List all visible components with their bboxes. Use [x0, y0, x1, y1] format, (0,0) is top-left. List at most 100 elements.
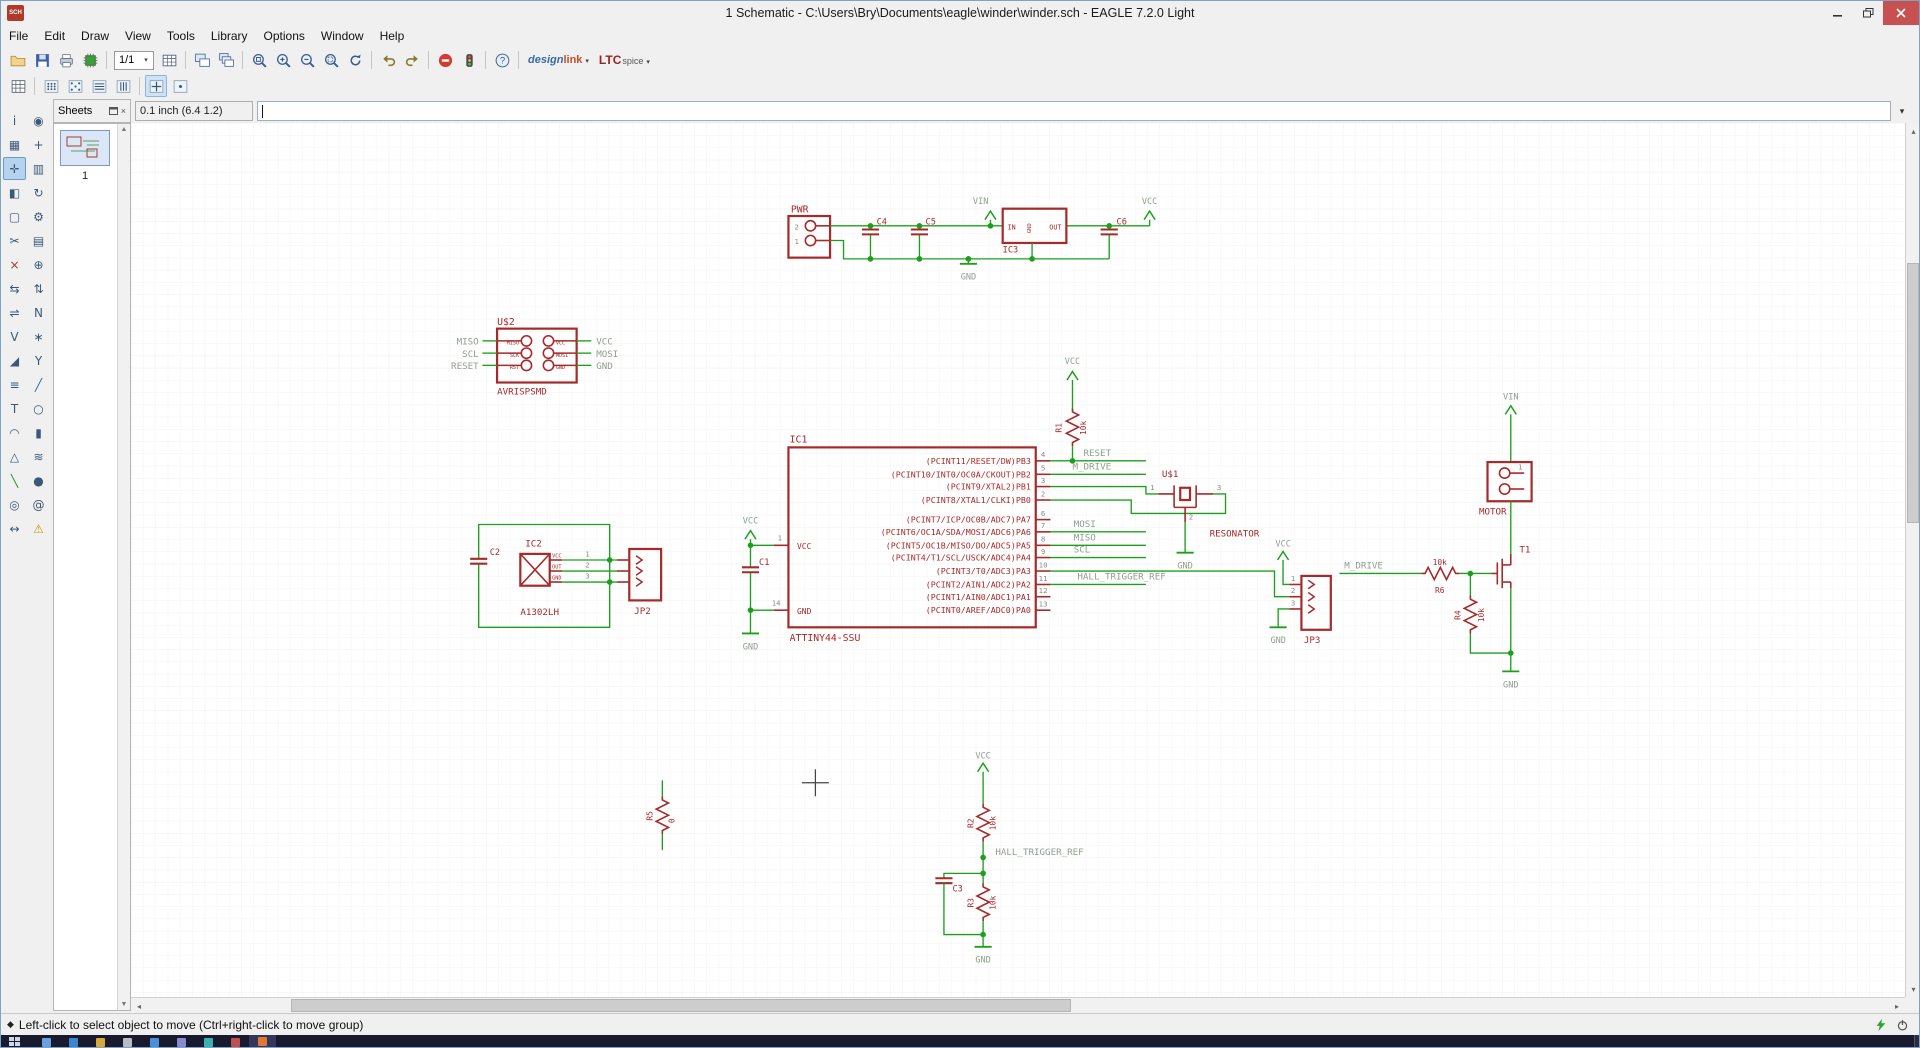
sheet-number-label[interactable]: 1 [54, 170, 116, 182]
taskbar-app-3[interactable] [114, 1035, 141, 1047]
tool-replace-button[interactable]: ⇅ [27, 277, 50, 300]
start-button[interactable] [9, 1036, 21, 1048]
tool-rect-button[interactable]: ▮ [27, 421, 50, 444]
tool-miter-button[interactable]: ◢ [3, 349, 26, 372]
tool-erc-button[interactable]: ⚠ [27, 517, 50, 540]
show-desktop-button[interactable] [1914, 1035, 1919, 1047]
designlink-menu[interactable]: design link ▾ [528, 54, 589, 66]
tool-polygon-button[interactable]: △ [3, 445, 26, 468]
taskbar-app-8[interactable] [249, 1035, 276, 1047]
window-cascade-button[interactable] [215, 49, 237, 71]
pat-hlines-button[interactable] [88, 75, 110, 97]
window-tile-button[interactable] [191, 49, 213, 71]
horizontal-scroll-thumb[interactable] [291, 999, 1071, 1012]
menu-view[interactable]: View [117, 26, 159, 46]
tool-paste-button[interactable]: ▤ [27, 229, 50, 252]
pat-center-button[interactable] [169, 75, 191, 97]
stop-button[interactable] [434, 49, 456, 71]
tool-change-button[interactable]: ⚙ [27, 205, 50, 228]
tool-cut-button[interactable]: ✂ [3, 229, 26, 252]
tool-net-button[interactable]: ╲ [3, 469, 26, 492]
taskbar-app-5[interactable] [168, 1035, 195, 1047]
tool-text-button[interactable]: T [3, 397, 26, 420]
close-panel-icon[interactable]: × [121, 106, 126, 116]
menu-draw[interactable]: Draw [73, 26, 117, 46]
sheets-scrollbar[interactable]: ▲ ▼ [117, 124, 130, 1010]
taskbar-app-2[interactable] [87, 1035, 114, 1047]
vertical-scrollbar[interactable]: ▴ ▾ [1905, 123, 1919, 997]
grid-params-button[interactable] [7, 75, 29, 97]
tool-rotate-button[interactable]: ↻ [27, 181, 50, 204]
menu-file[interactable]: File [1, 26, 36, 46]
scroll-left-icon[interactable]: ◂ [131, 998, 147, 1014]
zoom-fit-button[interactable] [248, 49, 270, 71]
pat-dots-button[interactable] [40, 75, 62, 97]
float-panel-icon[interactable] [108, 107, 118, 115]
tool-smash-button[interactable]: ∗ [27, 325, 50, 348]
tool-invoke-button[interactable]: ≡ [3, 373, 26, 396]
command-history-dropdown[interactable]: ▾ [1893, 101, 1911, 121]
undo-button[interactable] [377, 49, 399, 71]
tool-copy-button[interactable]: ▥ [27, 157, 50, 180]
redo-button[interactable] [401, 49, 423, 71]
tool-gateswap-button[interactable]: ⇌ [3, 301, 26, 324]
maximize-button[interactable] [1853, 1, 1883, 25]
tool-value-button[interactable]: V [3, 325, 26, 348]
zoom-select-button[interactable] [320, 49, 342, 71]
tool-move-button[interactable]: ✛ [3, 157, 26, 180]
menu-library[interactable]: Library [203, 26, 256, 46]
tool-delete-button[interactable]: × [3, 253, 26, 276]
traffic-light-button[interactable] [458, 49, 480, 71]
tool-display-button[interactable]: ▦ [3, 133, 26, 156]
ltcspice-menu[interactable]: LTC spice ▾ [599, 53, 650, 67]
scroll-up-arrow-icon[interactable]: ▴ [1906, 123, 1919, 139]
menu-window[interactable]: Window [313, 26, 372, 46]
tool-info-button[interactable]: i [3, 109, 26, 132]
scroll-down-arrow-icon[interactable]: ▾ [1906, 981, 1919, 997]
taskbar-app-6[interactable] [195, 1035, 222, 1047]
taskbar-app-7[interactable] [222, 1035, 249, 1047]
tool-mark-button[interactable]: + [27, 133, 50, 156]
help-button[interactable]: ? [491, 49, 513, 71]
save-button[interactable] [31, 49, 53, 71]
menu-help[interactable]: Help [372, 26, 413, 46]
zoom-redraw-button[interactable] [344, 49, 366, 71]
taskbar-app-1[interactable] [60, 1035, 87, 1047]
pat-vlines-button[interactable] [112, 75, 134, 97]
power-status-icon[interactable] [1896, 1018, 1909, 1032]
open-folder-button[interactable] [7, 49, 29, 71]
scroll-down-icon[interactable]: ▼ [121, 1001, 128, 1008]
zoom-in-button[interactable] [272, 49, 294, 71]
close-button[interactable] [1883, 1, 1919, 25]
menu-edit[interactable]: Edit [36, 26, 73, 46]
tool-split-button[interactable]: Y [27, 349, 50, 372]
pat-cross-button[interactable] [145, 75, 167, 97]
scroll-up-icon[interactable]: ▲ [121, 126, 128, 133]
tool-circle-button[interactable]: ○ [27, 397, 50, 420]
sheets-tab[interactable]: Sheets × [53, 99, 131, 123]
tool-label-button[interactable]: ◎ [3, 493, 26, 516]
menu-options[interactable]: Options [256, 26, 313, 46]
tool-show-button[interactable]: ◉ [27, 109, 50, 132]
tool-dimension-button[interactable]: ↔ [3, 517, 26, 540]
tool-name-button[interactable]: N [27, 301, 50, 324]
tool-add-button[interactable]: ⊕ [27, 253, 50, 276]
tool-group-button[interactable]: ▢ [3, 205, 26, 228]
scroll-right-icon[interactable]: ▸ [1889, 998, 1905, 1014]
menu-tools[interactable]: Tools [159, 26, 203, 46]
command-input[interactable] [257, 101, 1891, 121]
minimize-button[interactable] [1823, 1, 1853, 25]
schematic-canvas-area[interactable]: PWR 2 1 C4 C5 VIN IN OUT GND IC3 C6 VCC GND U$2 MISO SC… [131, 123, 1905, 997]
taskbar-app-0[interactable] [33, 1035, 60, 1047]
tool-attribute-button[interactable]: @ [27, 493, 50, 516]
tool-wire-button[interactable]: ╱ [27, 373, 50, 396]
tool-mirror-button[interactable]: ◧ [3, 181, 26, 204]
tool-pinswap-button[interactable]: ⇆ [3, 277, 26, 300]
tool-junction-button[interactable]: ● [27, 469, 50, 492]
taskbar-app-4[interactable] [141, 1035, 168, 1047]
vertical-scroll-thumb[interactable] [1907, 263, 1919, 523]
print-button[interactable] [55, 49, 77, 71]
pat-corners-button[interactable] [64, 75, 86, 97]
schematic-drawing[interactable]: PWR21C4 C5VININ OUTGNDIC3C6VCCGNDU$2MISOSC… [131, 123, 1905, 997]
tool-bus-button[interactable]: ≋ [27, 445, 50, 468]
